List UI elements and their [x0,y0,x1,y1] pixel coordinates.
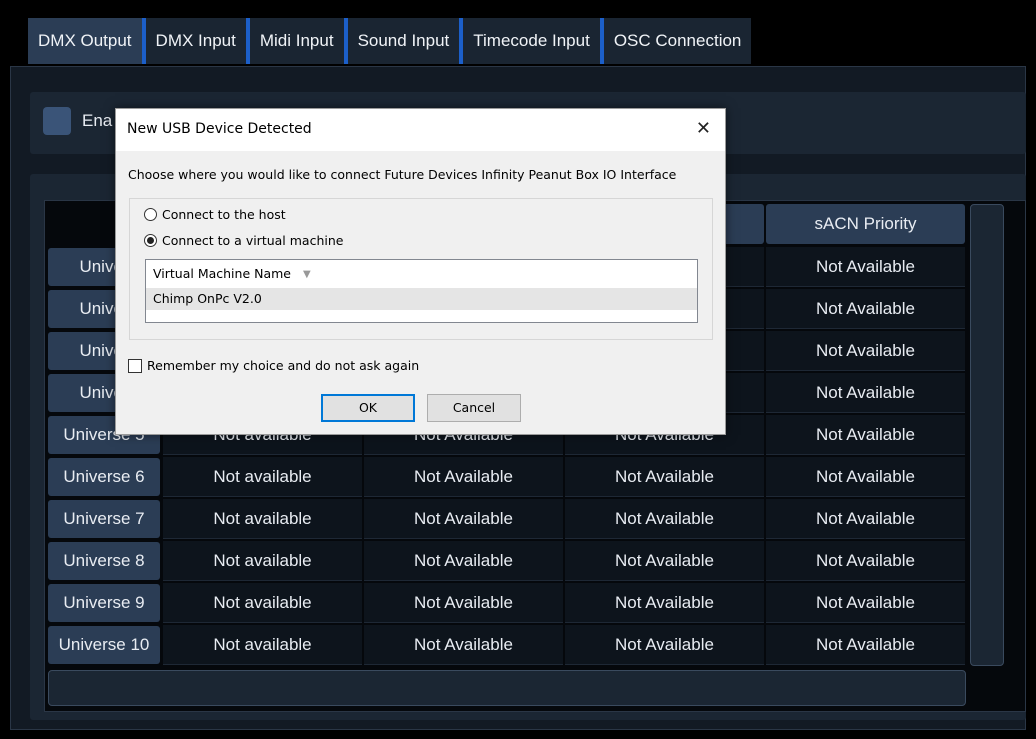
tab-timecode-input[interactable]: Timecode Input [463,18,604,64]
vm-list-header[interactable]: Virtual Machine Name ▼ [146,260,697,288]
vertical-scrollbar[interactable] [970,204,1004,666]
tab-dmx-output[interactable]: DMX Output [28,18,146,64]
vm-list[interactable]: Virtual Machine Name ▼ Chimp OnPc V2.0 [145,259,698,323]
table-cell: Not Available [565,499,764,539]
ok-button[interactable]: OK [321,394,415,422]
dialog-prompt: Choose where you would like to connect F… [128,167,677,182]
tab-midi-input[interactable]: Midi Input [249,18,348,64]
table-cell: Not Available [766,541,965,581]
usb-device-dialog: New USB Device Detected ✕ Choose where y… [115,108,726,435]
table-cell: Not Available [766,373,965,413]
universe-row-header[interactable]: Universe 9 [48,584,160,622]
table-cell: Not Available [565,457,764,497]
table-cell: Not available [163,583,362,623]
table-cell: Not available [163,541,362,581]
sort-down-icon: ▼ [303,268,311,280]
tab-dmx-input[interactable]: DMX Input [145,18,250,64]
vm-column-label: Virtual Machine Name [153,266,291,281]
table-cell: Not Available [766,625,965,665]
tab-osc-connection[interactable]: OSC Connection [603,18,752,64]
table-cell: Not Available [565,583,764,623]
table-cell: Not available [163,625,362,665]
remember-label: Remember my choice and do not ask again [147,358,420,373]
table-cell: Not Available [766,415,965,455]
table-cell: Not Available [766,331,965,371]
universe-row-header[interactable]: Universe 10 [48,626,160,664]
cancel-button[interactable]: Cancel [427,394,521,422]
remember-checkbox[interactable] [128,358,142,373]
table-cell: Not Available [364,499,563,539]
remember-choice[interactable]: Remember my choice and do not ask again [128,358,419,373]
table-cell: Not Available [766,583,965,623]
tab-bar: DMX Output DMX Input Midi Input Sound Input… [28,18,752,64]
column-header-sacn-priority: sACN Priority [766,204,965,244]
radio-connect-host[interactable]: Connect to the host [144,207,286,222]
table-cell: Not Available [565,625,764,665]
enable-checkbox[interactable] [43,107,71,135]
tab-sound-input[interactable]: Sound Input [347,18,464,64]
radio-vm-label: Connect to a virtual machine [162,233,344,248]
universe-row-header[interactable]: Universe 7 [48,500,160,538]
table-cell: Not Available [364,625,563,665]
table-cell: Not Available [565,541,764,581]
table-cell: Not Available [364,583,563,623]
vm-list-item[interactable]: Chimp OnPc V2.0 [146,288,697,310]
radio-host-icon[interactable] [144,208,157,221]
table-cell: Not Available [766,499,965,539]
table-cell: Not Available [766,457,965,497]
universe-row-header[interactable]: Universe 6 [48,458,160,496]
table-cell: Not Available [766,247,965,287]
enable-label: Ena [82,111,113,130]
radio-vm-icon[interactable] [144,234,157,247]
universe-row-header[interactable]: Universe 8 [48,542,160,580]
table-cell: Not Available [364,457,563,497]
radio-connect-vm[interactable]: Connect to a virtual machine [144,233,343,248]
horizontal-scrollbar[interactable] [48,670,966,706]
table-cell: Not available [163,457,362,497]
table-cell: Not Available [364,541,563,581]
table-cell: Not available [163,499,362,539]
dialog-titlebar: New USB Device Detected ✕ [116,109,725,151]
close-icon[interactable]: ✕ [696,118,711,139]
radio-host-label: Connect to the host [162,207,286,222]
dialog-title: New USB Device Detected [127,121,312,137]
table-cell: Not Available [766,289,965,329]
